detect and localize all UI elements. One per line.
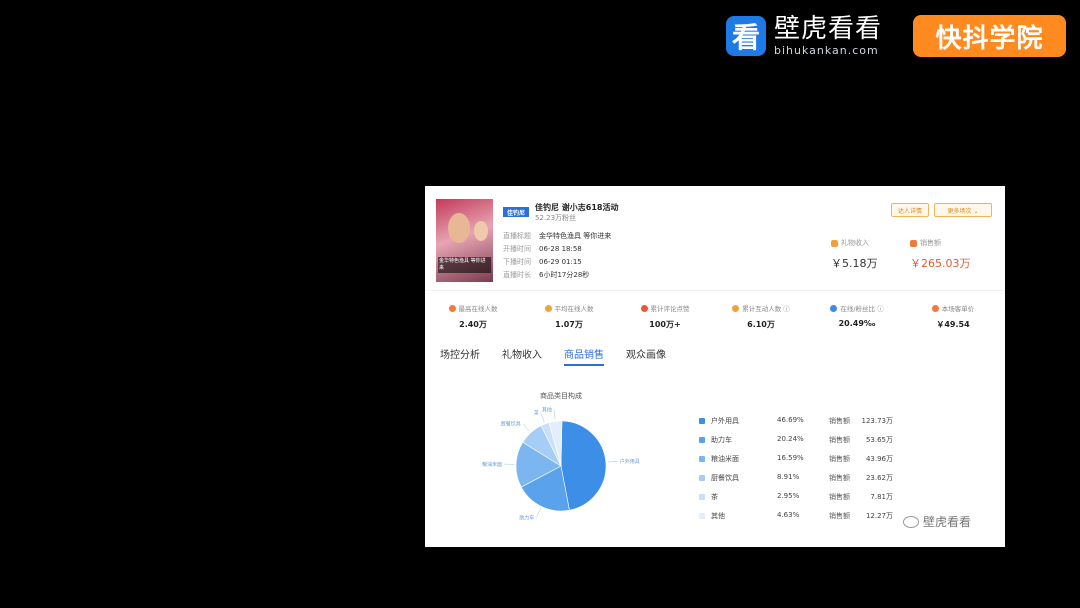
legend-sales-label: 销售额: [829, 417, 850, 425]
category-legend: 户外用具 46.69% 销售额 123.73万助力车 20.24% 销售额 53.65万粮油…: [699, 415, 899, 529]
heart-icon: [640, 304, 648, 312]
info-start-time: 开播时间 06-28 18:58: [503, 245, 582, 253]
legend-category: 其他: [711, 512, 725, 520]
cart-icon: [910, 239, 917, 247]
pie-label-2: 粮油米面: [482, 461, 502, 468]
sales-value: ￥265.03万: [910, 257, 971, 270]
pie-label-5: 其他: [542, 406, 552, 413]
stat-avg-order-price: 本场客单价 ￥49.54: [908, 303, 998, 330]
pie-leader-line-1: [536, 508, 541, 518]
bihu-domain: bihukankan.com: [774, 44, 879, 57]
pie-leader-line-0: [607, 460, 618, 463]
pie-leader-line-4: [540, 412, 545, 423]
legend-sales-amount: 23.62万: [865, 474, 893, 482]
stat-interactions: 累计互动人数 ⓘ 6.10万: [716, 303, 806, 330]
legend-sales-amount: 53.65万: [865, 436, 893, 444]
legend-row[interactable]: 茶 2.95% 销售额 7.81万: [699, 491, 899, 510]
legend-swatch: [699, 513, 705, 519]
watermark: 壁虎看看: [903, 513, 971, 530]
bihu-name: 壁虎看看: [774, 14, 883, 44]
legend-category: 厨餐饮具: [711, 474, 739, 482]
tab-product-sales[interactable]: 商品销售: [564, 346, 604, 366]
link-icon: [544, 304, 552, 312]
legend-sales-label: 销售额: [829, 474, 850, 482]
pie-slice-0[interactable]: [560, 420, 607, 511]
tab-bar: 场控分析 礼物收入 商品销售 观众画像: [440, 346, 688, 366]
chart-title: 商品类目构成: [540, 392, 582, 400]
pie-label-0: 户外用具: [620, 458, 640, 465]
tab-field-control[interactable]: 场控分析: [440, 346, 480, 366]
legend-category: 粮油米面: [711, 455, 739, 463]
legend-sales-amount: 123.73万: [861, 417, 894, 425]
gift-icon: [831, 239, 838, 247]
legend-sales-label: 销售额: [829, 493, 850, 501]
category-pie-chart: 户外用具助力车 粮油米面 厨餐饮具 茶其他: [482, 406, 640, 521]
pie-leader-line-3: [522, 423, 530, 432]
tab-gift-income[interactable]: 礼物收入: [502, 346, 542, 366]
legend-category: 户外用具: [711, 417, 739, 425]
host-name[interactable]: 佳钓尼 谢小志618活动: [535, 202, 618, 213]
info-title: 直播标题 金华特色渔具 等你进来: [503, 232, 612, 240]
host-detail-button[interactable]: 达人详情: [891, 203, 929, 217]
pie-label-1: 助力车: [519, 514, 534, 521]
stat-comments-likes: 累计评论点赞 100万+: [620, 303, 710, 330]
legend-percent: 46.69%: [777, 416, 804, 424]
video-frame: 看 壁虎看看 bihukankan.com 快抖学院 金华特色渔具 等你进来 佳…: [0, 0, 1080, 608]
tab-audience-profile[interactable]: 观众画像: [626, 346, 666, 366]
legend-percent: 8.91%: [777, 473, 800, 481]
live-analysis-panel: 金华特色渔具 等你进来 佳钓尼 佳钓尼 谢小志618活动 52.23万粉丝 直播…: [425, 186, 1005, 547]
legend-swatch: [699, 418, 705, 424]
avatar-face: [448, 213, 470, 243]
legend-sales-amount: 12.27万: [865, 512, 893, 520]
stat-avg-online: 平均在线人数 1.07万: [524, 303, 614, 330]
legend-swatch: [699, 437, 705, 443]
bihu-logo-icon: 看: [726, 15, 766, 56]
legend-sales-label: 销售额: [829, 512, 850, 520]
legend-sales-label: 销售额: [829, 436, 850, 444]
gift-income-value: ￥5.18万: [831, 257, 878, 270]
wechat-icon: [903, 515, 919, 528]
sales-kpi: 销售额 ￥265.03万: [910, 238, 988, 270]
more-sessions-button[interactable]: 更多场次 ⌄: [934, 203, 992, 217]
legend-sales-amount: 43.96万: [865, 455, 893, 463]
legend-swatch: [699, 494, 705, 500]
legend-percent: 4.63%: [777, 511, 800, 519]
legend-swatch: [699, 456, 705, 462]
brand-logo-icon: 佳钓尼: [503, 207, 529, 217]
divider: [425, 290, 1005, 291]
avatar-face-secondary: [474, 221, 488, 241]
pie-label-4: 茶: [534, 410, 539, 417]
legend-percent: 16.59%: [777, 454, 804, 462]
legend-row[interactable]: 户外用具 46.69% 销售额 123.73万: [699, 415, 899, 434]
legend-sales-amount: 7.81万: [870, 493, 893, 501]
bihu-brand: 看 壁虎看看 bihukankan.com: [726, 14, 882, 57]
legend-row[interactable]: 其他 4.63% 销售额 12.27万: [699, 510, 899, 529]
stat-peak-online: 最高在线人数 2.40万: [428, 303, 518, 330]
flame-icon: [448, 304, 456, 312]
legend-category: 助力车: [711, 436, 732, 444]
legend-percent: 2.95%: [777, 492, 800, 500]
gift-income-kpi: 礼物收入 ￥5.18万: [831, 238, 909, 270]
stat-online-fans-ratio: 在线/粉丝比 ⓘ 20.49‰: [812, 303, 902, 328]
legend-percent: 20.24%: [777, 435, 804, 443]
legend-sales-label: 销售额: [829, 455, 850, 463]
host-avatar[interactable]: 金华特色渔具 等你进来: [436, 199, 493, 282]
info-duration: 直播时长 6小时17分28秒: [503, 271, 590, 279]
legend-category: 茶: [711, 493, 718, 501]
legend-swatch: [699, 475, 705, 481]
fans-count: 52.23万粉丝: [535, 214, 577, 222]
legend-row[interactable]: 厨餐饮具 8.91% 销售额 23.62万: [699, 472, 899, 491]
ratio-icon: [830, 304, 838, 312]
pie-label-3: 厨餐饮具: [501, 421, 521, 428]
legend-row[interactable]: 助力车 20.24% 销售额 53.65万: [699, 434, 899, 453]
info-end-time: 下播时间 06-29 01:15: [503, 258, 582, 266]
avatar-caption: 金华特色渔具 等你进来: [438, 257, 491, 273]
legend-row[interactable]: 粮油米面 16.59% 销售额 43.96万: [699, 453, 899, 472]
interaction-icon: [732, 304, 740, 312]
kuaidou-logo: 快抖学院: [913, 15, 1066, 57]
price-icon: [931, 304, 939, 312]
pie-leader-line-5: [553, 409, 556, 420]
